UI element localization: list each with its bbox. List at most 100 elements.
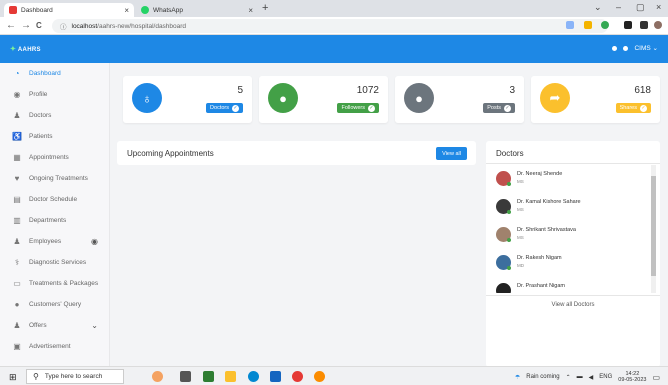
info-icon[interactable]: ⓘ [60, 21, 67, 31]
check-icon: ✓ [232, 104, 239, 112]
tab-whatsapp[interactable]: WhatsApp × [136, 3, 258, 17]
back-button[interactable]: ← [6, 20, 16, 31]
sidebar-item-label: Appointments [29, 153, 69, 161]
doctor-name: Dr. Rakesh Nigam [517, 255, 562, 261]
minimize-button[interactable]: – [616, 2, 621, 12]
sidebar-item-dashboard[interactable]: ◔ Dashboard [0, 63, 110, 83]
extension-icon[interactable] [601, 21, 609, 29]
stat-value: 1072 [356, 85, 379, 96]
bed-icon: ▭ [13, 278, 21, 288]
sidebar-item-doctors[interactable]: ♟ Doctors [0, 105, 110, 125]
brand-logo[interactable]: ✦ AAHRS [10, 45, 41, 53]
search-icon: ⚲ [33, 372, 39, 381]
view-all-button[interactable]: View all [436, 147, 467, 160]
stethoscope-icon: ♁ [132, 83, 162, 113]
message-icon[interactable] [623, 45, 629, 51]
sidebar-item-label: Doctor Schedule [29, 195, 78, 203]
close-tab-icon[interactable]: × [248, 6, 253, 15]
tab-dashboard[interactable]: Dashboard × [4, 3, 134, 17]
reload-button[interactable]: C [36, 21, 42, 30]
sidebar-item-doctor-schedule[interactable]: ▤ Doctor Schedule [0, 189, 110, 209]
volume-icon[interactable]: ◀ [589, 374, 594, 381]
list-item[interactable]: Dr. Rakesh Nigam MD [496, 253, 646, 277]
os-taskbar: ⊞ ⚲ Type here to search ☂ Rain coming ⌃ … [0, 366, 668, 385]
sidepanel-icon[interactable] [640, 21, 648, 29]
chrome-icon[interactable] [314, 371, 325, 382]
file-explorer-icon[interactable] [225, 371, 236, 382]
online-status-icon [507, 266, 511, 270]
language-indicator[interactable]: ENG [599, 374, 612, 380]
address-bar: ← → C ⓘ localhost /aahrs-new/hospital/da… [0, 17, 668, 35]
tab-search-icon[interactable]: ⌄ [594, 2, 602, 13]
close-window-button[interactable]: × [656, 2, 661, 12]
new-tab-button[interactable]: + [262, 2, 268, 14]
comments-icon: ● [14, 299, 20, 309]
stat-card-followers[interactable]: ● 1072 Followers ✓ [259, 76, 388, 123]
chevron-down-icon[interactable]: ⌄ [91, 321, 98, 330]
stat-label: Shares [619, 105, 637, 111]
doctors-scrollbar[interactable] [651, 165, 656, 293]
sidebar-item-label: Customers' Query [29, 300, 82, 308]
app-icon[interactable] [203, 371, 214, 382]
stat-card-doctors[interactable]: ♁ 5 Doctors ✓ [123, 76, 252, 123]
scrollbar-thumb[interactable] [651, 176, 656, 276]
sidebar-item-advertisement[interactable]: ▣ Advertisement [0, 336, 110, 356]
stat-badge[interactable]: Posts ✓ [483, 103, 515, 113]
windows-start-icon[interactable]: ⊞ [9, 372, 17, 383]
sidebar-item-label: Departments [29, 216, 67, 224]
stat-card-shares[interactable]: ➦ 618 Shares ✓ [531, 76, 660, 123]
stat-card-posts[interactable]: ● 3 Posts ✓ [395, 76, 524, 123]
sidebar-item-ongoing-treatments[interactable]: ♥ Ongoing Treatments [0, 168, 110, 188]
sidebar-item-offers[interactable]: ♟ Offers ⌄ [0, 315, 110, 335]
tab-label: Dashboard [21, 6, 53, 14]
weather-icon[interactable]: ☂ [515, 374, 520, 381]
expand-toggle-icon[interactable]: ◉ [91, 237, 98, 246]
edge-icon[interactable] [248, 371, 259, 382]
sidebar-item-label: Doctors [29, 111, 52, 119]
stat-badge[interactable]: Shares ✓ [615, 103, 651, 113]
stat-label: Posts [487, 105, 501, 111]
user-menu[interactable]: CIMS ⌄ [634, 44, 658, 52]
sidebar-item-departments[interactable]: ▥ Departments [0, 210, 110, 230]
tray-chevron-icon[interactable]: ⌃ [566, 374, 571, 381]
sidebar-item-profile[interactable]: ◉ Profile [0, 84, 110, 104]
stat-badge[interactable]: Followers ✓ [337, 103, 379, 113]
header-actions: CIMS ⌄ [612, 44, 658, 52]
network-icon[interactable]: ▬ [577, 374, 583, 380]
close-tab-icon[interactable]: × [124, 6, 129, 15]
notification-icon[interactable] [612, 45, 618, 51]
list-item[interactable]: Dr. Prashant Nigam [496, 281, 646, 293]
sidebar-item-label: Treatments & Packages [29, 279, 99, 287]
weather-text[interactable]: Rain coming [526, 374, 559, 380]
taskbar-search-input[interactable]: ⚲ Type here to search [26, 369, 124, 384]
maximize-button[interactable]: ▢ [636, 2, 645, 13]
chat-icon: ● [404, 83, 434, 113]
sidebar-item-diagnostic-services[interactable]: ⚕ Diagnostic Services [0, 252, 110, 272]
widget-icon[interactable] [152, 371, 163, 382]
profile-avatar-icon[interactable] [654, 21, 662, 29]
forward-button[interactable]: → [21, 20, 31, 31]
sidebar-item-customers-query[interactable]: ● Customers' Query [0, 294, 110, 314]
search-placeholder: Type here to search [44, 373, 103, 380]
stat-badge[interactable]: Doctors ✓ [206, 103, 243, 113]
view-all-doctors-link[interactable]: View all Doctors [486, 295, 660, 313]
mail-icon[interactable] [270, 371, 281, 382]
notifications-icon[interactable]: ▭ [652, 373, 660, 382]
divider [486, 163, 660, 164]
url-field[interactable]: ⓘ localhost /aahrs-new/hospital/dashboar… [52, 19, 608, 33]
sidebar-item-label: Ongoing Treatments [29, 174, 88, 182]
sidebar-item-treatments-packages[interactable]: ▭ Treatments & Packages [0, 273, 110, 293]
sidebar-item-patients[interactable]: ♿ Patients [0, 126, 110, 146]
schedule-icon: ▤ [13, 194, 21, 204]
sidebar-item-employees[interactable]: ♟ Employees ◉ [0, 231, 110, 251]
extension-icon[interactable] [584, 21, 592, 29]
puzzle-icon[interactable] [624, 21, 632, 29]
sidebar-item-appointments[interactable]: ▦ Appointments [0, 147, 110, 167]
list-item[interactable]: Dr. Shrikant Shrivastava MS [496, 225, 646, 249]
list-item[interactable]: Dr. Neeraj Shende MS [496, 169, 646, 193]
extension-icon[interactable] [566, 21, 574, 29]
task-view-icon[interactable] [180, 371, 191, 382]
list-item[interactable]: Dr. Kamal Kishore Sahare MS [496, 197, 646, 221]
clock[interactable]: 14:22 09-05-2023 [618, 371, 646, 383]
app-icon[interactable] [292, 371, 303, 382]
